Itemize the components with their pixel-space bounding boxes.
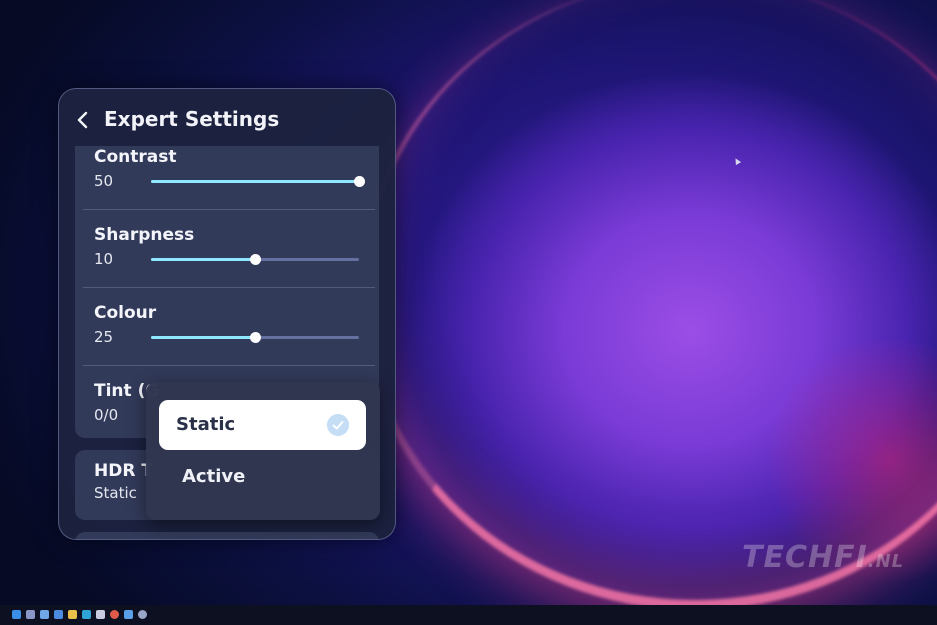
divider	[83, 287, 375, 288]
next-setting-card[interactable]	[75, 532, 379, 539]
slider-fill	[151, 258, 255, 261]
app-icon[interactable]	[124, 610, 133, 619]
setting-sharpness[interactable]: Sharpness 10	[75, 212, 379, 290]
setting-value: 10	[94, 250, 114, 268]
store-icon[interactable]	[96, 610, 105, 619]
edge-icon[interactable]	[82, 610, 91, 619]
chrome-icon[interactable]	[110, 610, 119, 619]
setting-label: Sharpness	[94, 225, 195, 245]
back-arrow-icon[interactable]	[75, 111, 91, 129]
divider	[83, 365, 375, 366]
slider-thumb[interactable]	[250, 332, 261, 343]
divider	[83, 209, 375, 210]
setting-value: 0/0	[94, 406, 119, 424]
watermark-main: TECHFI	[742, 540, 868, 575]
setting-label: Colour	[94, 303, 157, 323]
task-view-icon[interactable]	[40, 610, 49, 619]
widgets-icon[interactable]	[54, 610, 63, 619]
setting-value: Static	[94, 484, 137, 502]
page-title: Expert Settings	[104, 107, 280, 131]
option-label: Static	[176, 414, 236, 435]
setting-colour[interactable]: Colour 25	[75, 290, 379, 368]
sharpness-slider[interactable]	[151, 254, 359, 265]
slider-fill	[151, 336, 255, 339]
watermark-suffix: .NL	[867, 551, 905, 572]
setting-value: 25	[94, 328, 114, 346]
taskbar	[0, 605, 937, 625]
wallpaper-ring	[360, 0, 937, 610]
slider-thumb[interactable]	[250, 254, 261, 265]
file-explorer-icon[interactable]	[68, 610, 77, 619]
setting-label: Contrast	[94, 147, 177, 167]
hdr-options-dropdown: Static Active	[146, 382, 380, 520]
colour-slider[interactable]	[151, 332, 359, 343]
contrast-slider[interactable]	[151, 176, 365, 187]
setting-contrast[interactable]: Contrast 50	[75, 134, 379, 212]
settings-icon[interactable]	[138, 610, 147, 619]
option-static[interactable]: Static	[159, 400, 366, 450]
option-label: Active	[182, 466, 246, 487]
watermark: TECHFI.NL	[742, 540, 904, 575]
slider-fill	[151, 180, 359, 183]
check-icon	[327, 414, 349, 436]
slider-thumb[interactable]	[354, 176, 365, 187]
screen: TECHFI.NL Expert Settings Contrast 50 Sh…	[0, 0, 937, 625]
setting-label: HDR T	[94, 461, 153, 481]
start-icon[interactable]	[12, 610, 21, 619]
search-icon[interactable]	[26, 610, 35, 619]
setting-value: 50	[94, 172, 114, 190]
option-active[interactable]: Active	[159, 452, 366, 502]
